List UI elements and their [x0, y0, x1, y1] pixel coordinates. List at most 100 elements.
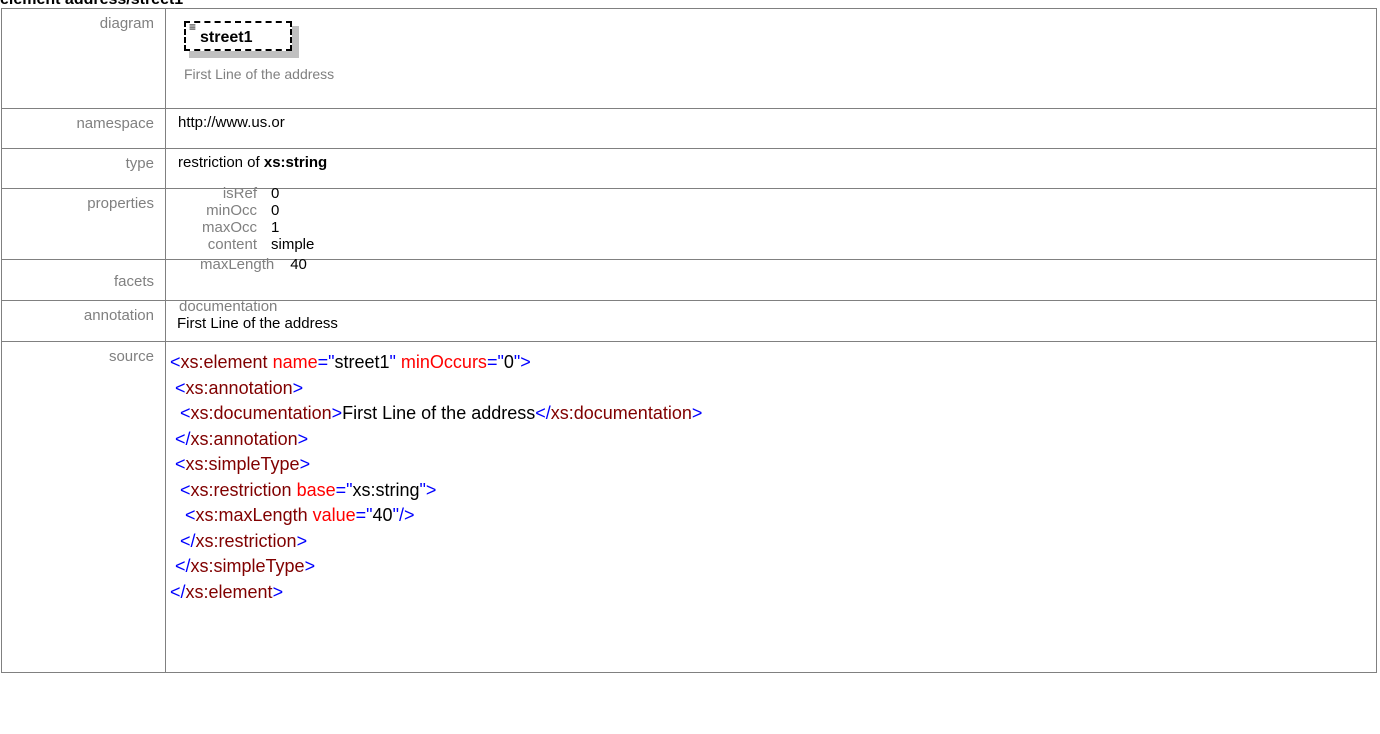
source-token: ">: [419, 479, 437, 500]
source-token: <: [175, 454, 186, 474]
annotation-value: First Line of the address: [177, 315, 338, 332]
annotation-cell: documentation First Line of the address: [165, 298, 1377, 342]
source-token: </: [170, 581, 186, 602]
source-token: >: [691, 403, 703, 423]
source-code: <xs:element name="street1" minOccurs="0"…: [170, 350, 1376, 605]
source-token: value: [307, 505, 356, 525]
row-diagram: diagram ≡ street1 First Line of the addr…: [1, 8, 1377, 109]
source-token: xs:restriction: [195, 530, 297, 551]
facet-value: 40: [290, 256, 307, 273]
facet-key: maxLength: [200, 256, 275, 273]
source-line: <xs:element name="street1" minOccurs="0"…: [170, 350, 1376, 376]
source-token: <: [170, 352, 181, 372]
source-token: xs:simpleType: [190, 556, 305, 576]
property-row: content simple: [202, 236, 315, 253]
property-key: minOcc: [206, 202, 258, 219]
source-line: </xs:restriction>: [170, 529, 1376, 555]
row-label-source: source: [1, 341, 166, 673]
element-content-lines-icon: ≡: [189, 20, 197, 34]
source-token: >: [292, 377, 304, 398]
source-line: </xs:element>: [170, 580, 1376, 606]
source-cell: <xs:element name="street1" minOccurs="0"…: [165, 341, 1377, 673]
element-documentation-table: diagram ≡ street1 First Line of the addr…: [1, 8, 1377, 673]
source-line: <xs:maxLength value="40"/>: [170, 503, 1376, 529]
source-line: <xs:annotation>: [170, 376, 1376, 402]
property-key: content: [207, 236, 258, 253]
source-token: =": [317, 352, 335, 372]
annotation-key: documentation: [179, 298, 278, 315]
source-token: <: [185, 505, 196, 525]
source-token: xs:documentation: [190, 403, 332, 423]
source-token: >: [296, 530, 308, 551]
row-annotation: annotation documentation First Line of t…: [1, 298, 1377, 342]
source-token: </: [535, 403, 551, 423]
source-token: >: [304, 556, 316, 576]
source-token: 40: [372, 505, 393, 525]
source-token: <: [180, 403, 191, 423]
element-diagram[interactable]: ≡ street1: [184, 21, 299, 58]
diagram-element-box: ≡ street1: [184, 21, 292, 51]
source-token: <: [180, 479, 191, 500]
source-token: xs:annotation: [185, 377, 293, 398]
source-token: base: [291, 479, 336, 500]
properties-table: isRef 0 minOcc 0 maxOcc 1 content simple: [202, 185, 314, 253]
source-token: xs:element: [185, 581, 273, 602]
facets-cell: maxLength 40: [165, 256, 1377, 301]
source-token: =": [355, 505, 373, 525]
source-token: xs:simpleType: [185, 454, 300, 474]
row-type: type restriction of xs:string: [1, 148, 1377, 189]
row-facets: facets maxLength 40: [1, 256, 1377, 301]
row-label-type: type: [1, 148, 166, 189]
source-token: >: [297, 428, 309, 449]
row-label-facets: facets: [1, 259, 166, 301]
property-key: maxOcc: [202, 219, 258, 236]
source-token: xs:annotation: [190, 428, 298, 449]
source-token: minOccurs: [395, 352, 487, 372]
source-token: xs:restriction: [190, 479, 292, 500]
type-value: restriction of xs:string: [165, 148, 1377, 189]
source-line: <xs:documentation>First Line of the addr…: [170, 401, 1376, 427]
source-token: >: [299, 454, 311, 474]
property-row: isRef 0: [202, 185, 314, 202]
source-token: =": [335, 479, 353, 500]
source-line: </xs:annotation>: [170, 427, 1376, 453]
row-label-diagram: diagram: [1, 8, 166, 109]
source-token: 0: [503, 352, 514, 372]
source-token: </: [180, 530, 196, 551]
type-base-link[interactable]: xs:string: [264, 154, 327, 171]
source-token: xs:element: [180, 352, 268, 372]
source-token: ">: [513, 352, 531, 372]
property-value: 0: [271, 185, 280, 202]
row-source: source <xs:element name="street1" minOcc…: [1, 341, 1377, 673]
property-key: isRef: [222, 185, 258, 202]
source-token: name: [267, 352, 318, 372]
property-value: simple: [271, 236, 315, 253]
source-token: xs:documentation: [550, 403, 692, 423]
type-prefix: restriction of: [178, 154, 264, 171]
source-token: >: [331, 403, 343, 423]
source-token: xs:string: [352, 479, 420, 500]
source-line: <xs:simpleType>: [170, 452, 1376, 478]
property-value: 1: [271, 219, 280, 236]
namespace-value: http://www.us.or: [165, 108, 1377, 149]
diagram-caption: First Line of the address: [184, 66, 335, 82]
source-token: >: [272, 581, 284, 602]
facet-row: maxLength 40: [200, 256, 307, 273]
source-token: </: [175, 428, 191, 449]
row-namespace: namespace http://www.us.or: [1, 108, 1377, 149]
row-label-annotation: annotation: [1, 300, 166, 342]
diagram-cell: ≡ street1 First Line of the address: [165, 8, 1377, 109]
source-token: street1: [334, 352, 390, 372]
source-token: =": [486, 352, 504, 372]
source-line: </xs:simpleType>: [170, 554, 1376, 580]
row-label-properties: properties: [1, 188, 166, 260]
row-properties: properties isRef 0 minOcc 0 maxOcc 1 conten…: [1, 185, 1377, 260]
diagram-element-name: street1: [200, 29, 253, 46]
facets-table: maxLength 40: [200, 256, 307, 273]
property-row: minOcc 0: [202, 202, 314, 219]
source-token: </: [175, 556, 191, 576]
source-line: <xs:restriction base="xs:string">: [170, 478, 1376, 504]
properties-cell: isRef 0 minOcc 0 maxOcc 1 content simple: [165, 185, 1377, 260]
source-token: <: [175, 377, 186, 398]
property-value: 0: [271, 202, 280, 219]
